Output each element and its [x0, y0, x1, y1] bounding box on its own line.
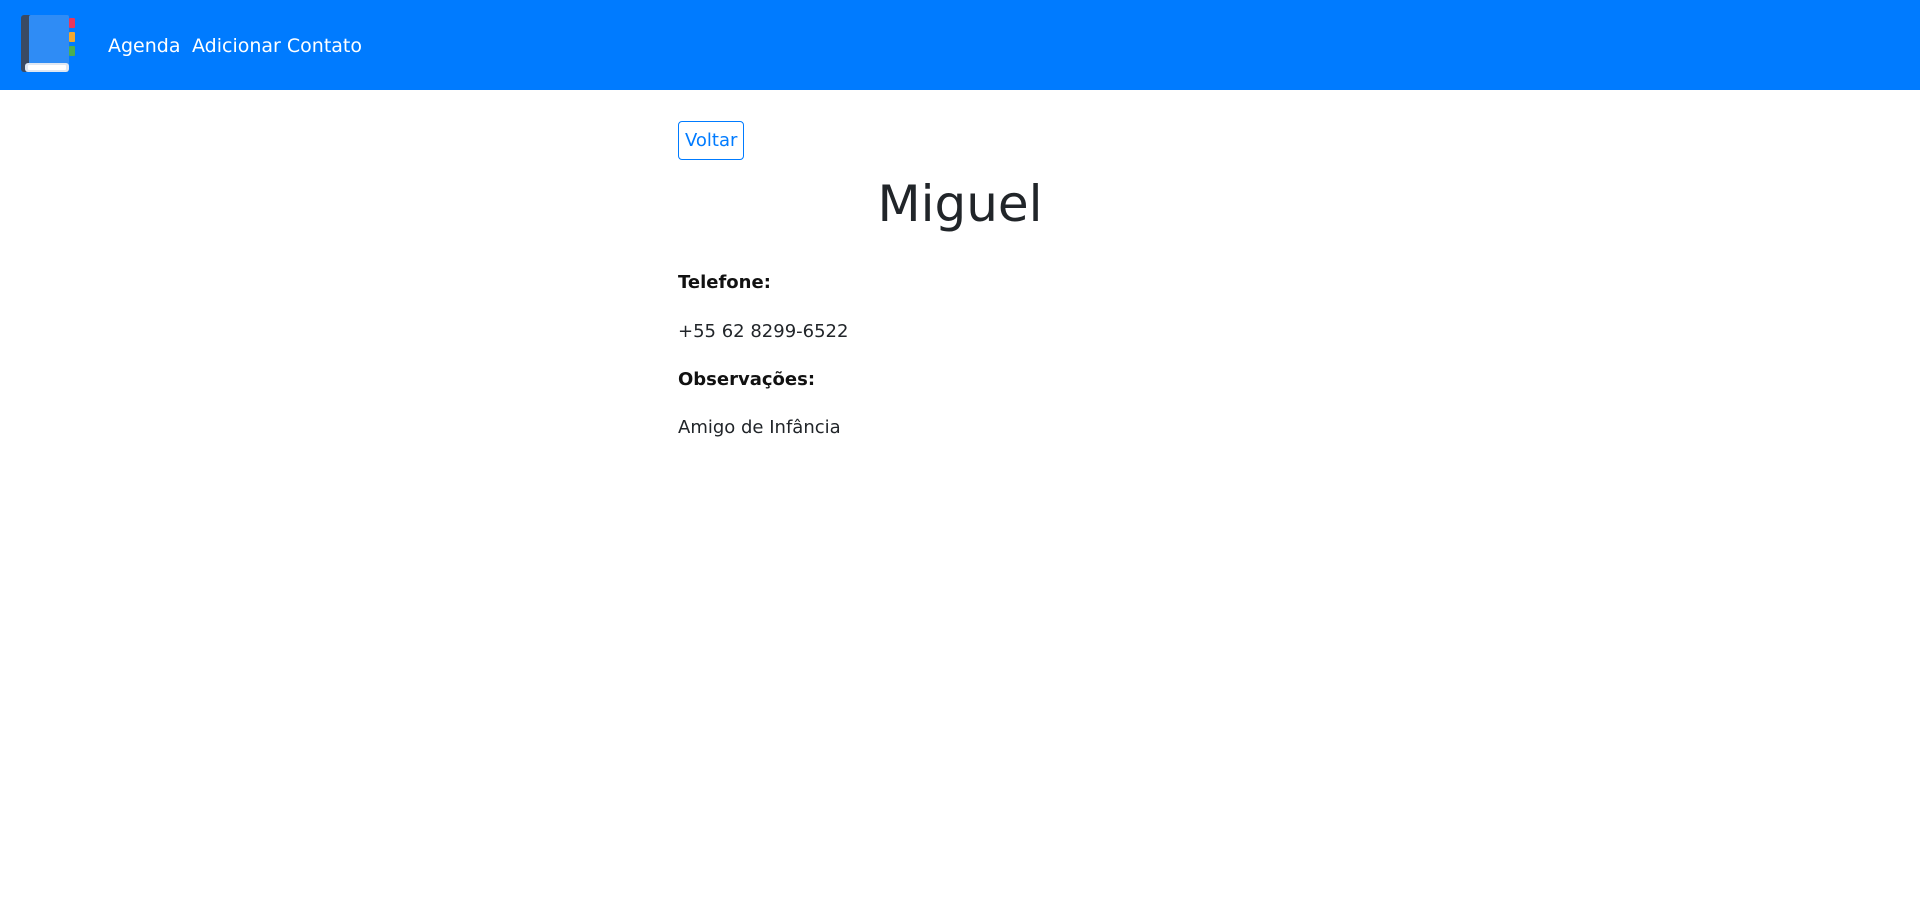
- back-button[interactable]: Voltar: [678, 121, 745, 160]
- nav-link-add-contact[interactable]: Adicionar Contato: [192, 34, 362, 58]
- phone-label: Telefone:: [678, 272, 771, 293]
- nav-link-agenda[interactable]: Agenda: [108, 34, 181, 58]
- notes-label: Observações:: [678, 369, 816, 390]
- contact-name: Miguel: [877, 175, 1043, 233]
- notes-value: Amigo de Infância: [678, 417, 841, 438]
- address-book-icon[interactable]: [20, 14, 78, 76]
- top-navbar: Agenda Adicionar Contato: [0, 0, 1920, 90]
- phone-value: +55 62 8299-6522: [678, 321, 849, 342]
